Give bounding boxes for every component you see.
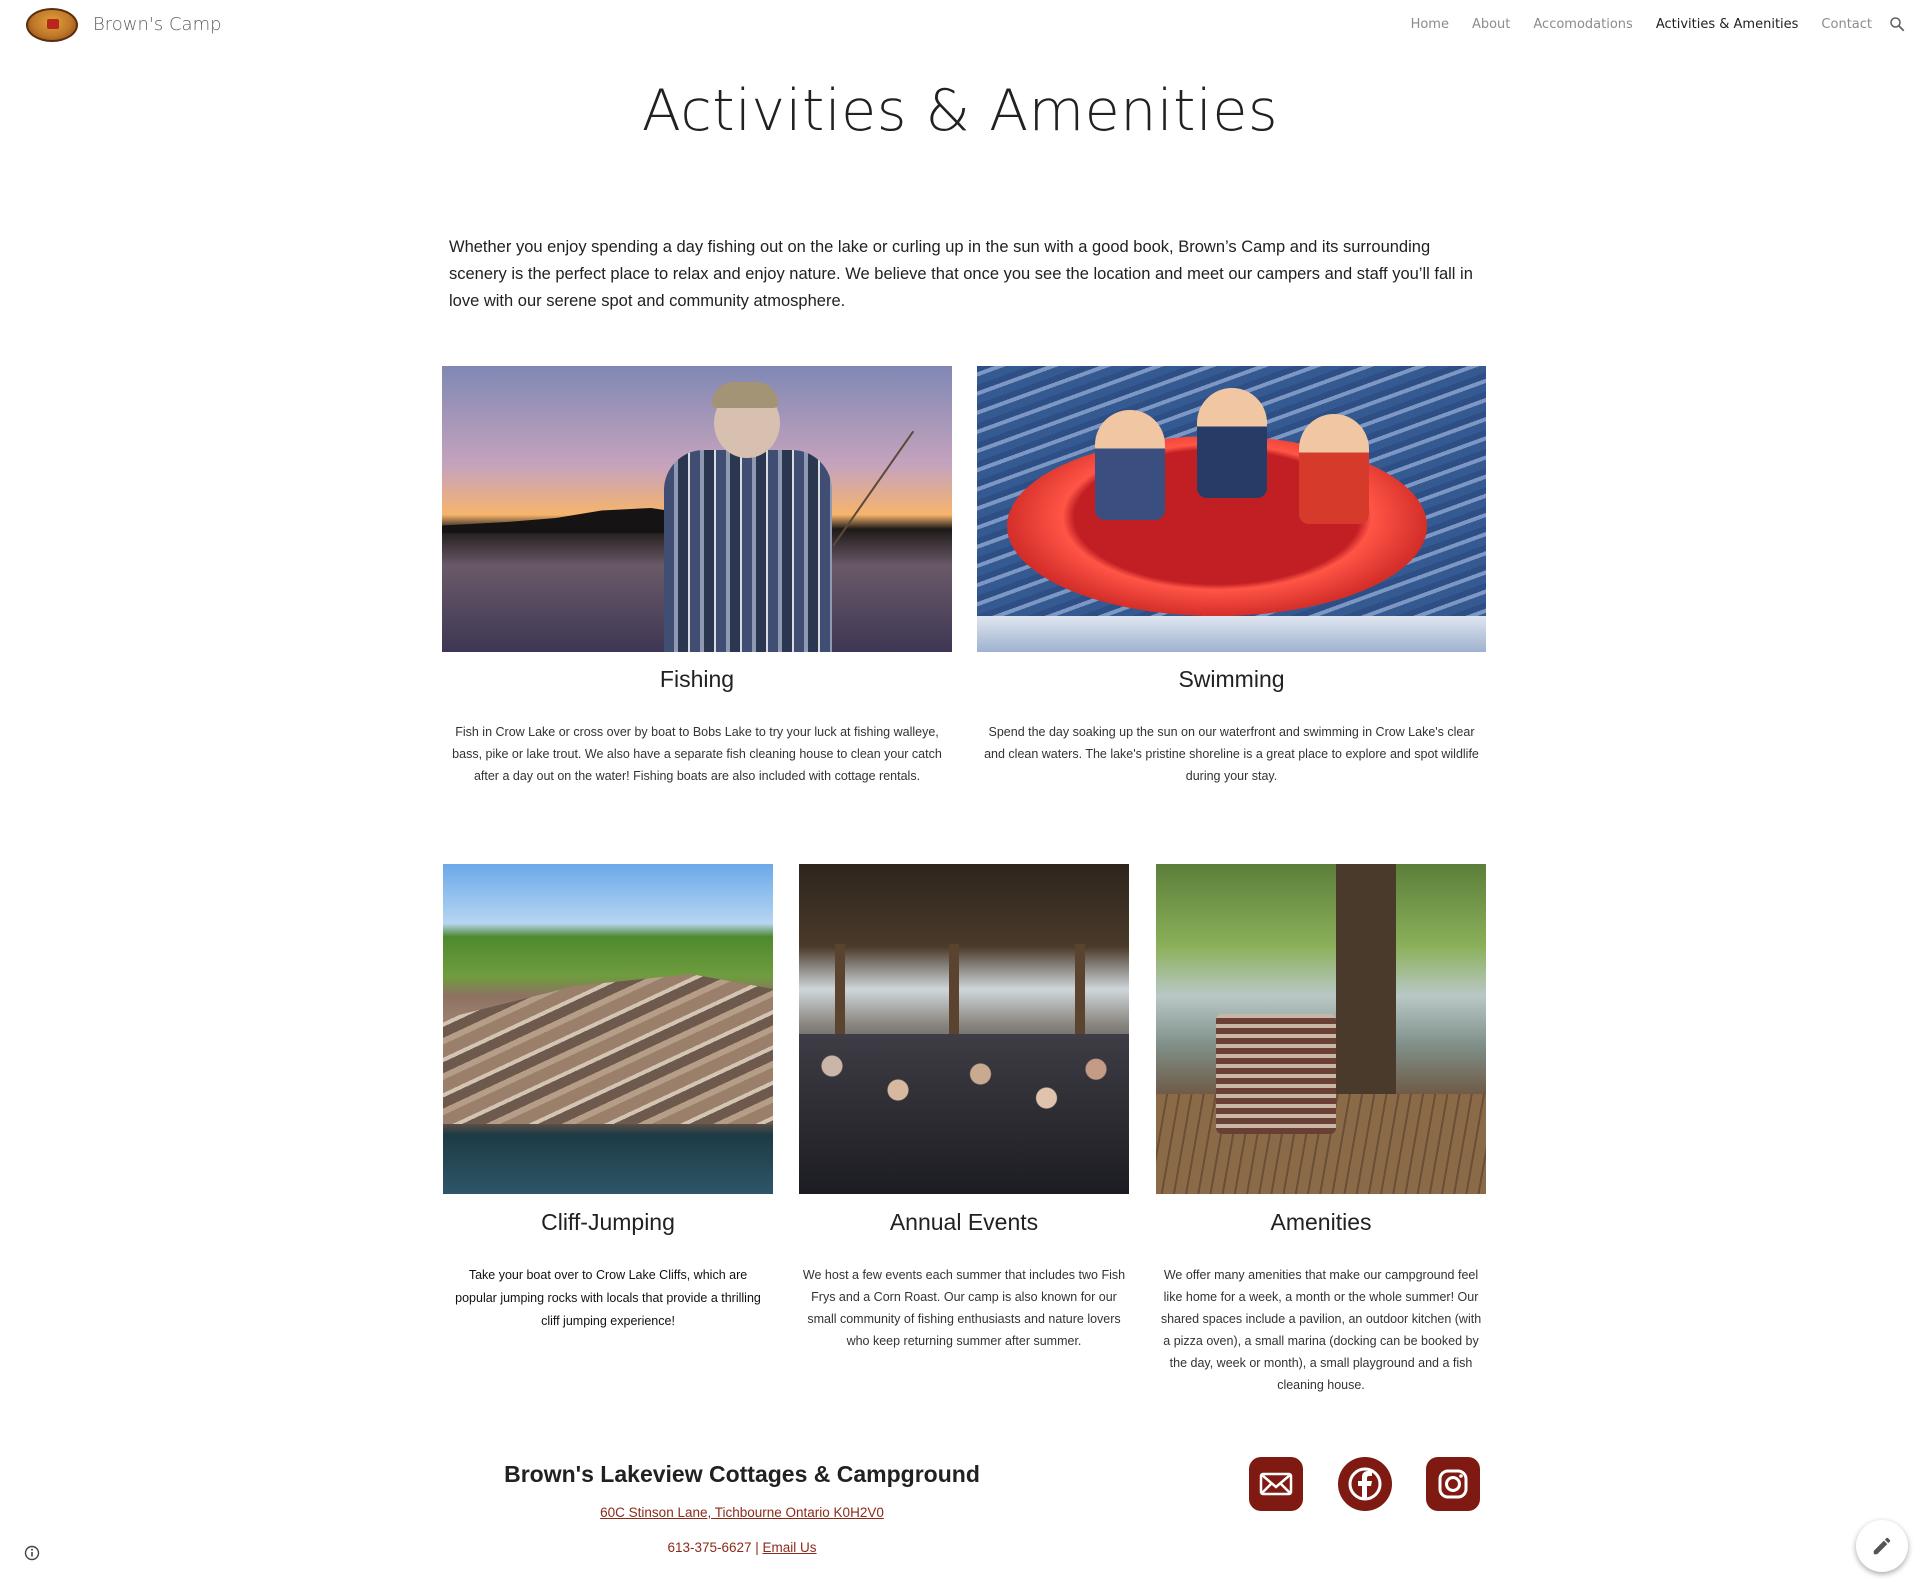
fisherman-cap	[712, 382, 778, 408]
mail-icon	[1259, 1472, 1293, 1496]
instagram-button[interactable]	[1426, 1457, 1480, 1511]
info-icon[interactable]	[24, 1545, 40, 1561]
card-text-amenities: We offer many amenities that make our ca…	[1160, 1268, 1482, 1392]
site-title[interactable]: Brown's Camp	[93, 14, 222, 35]
card-title-fishing: Fishing	[659, 666, 735, 692]
pencil-icon	[1873, 1537, 1891, 1555]
water-spray	[977, 616, 1486, 652]
footer-title: Brown's Lakeview Cottages & Campground	[504, 1461, 980, 1487]
crowd	[799, 1034, 1129, 1194]
amenities-photo	[1156, 864, 1486, 1194]
card-text-swimming: Spend the day soaking up the sun on our …	[984, 725, 1479, 783]
facebook-icon	[1348, 1467, 1382, 1501]
card-title-events: Annual Events	[889, 1209, 1039, 1235]
page-title: Activities & Amenities	[641, 78, 1279, 144]
fisherman-figure	[664, 450, 832, 652]
rock-face	[443, 974, 773, 1124]
card-title-cliff: Cliff-Jumping	[541, 1209, 675, 1235]
intro-paragraph: Whether you enjoy spending a day fishing…	[449, 238, 1473, 310]
nav-about[interactable]: About	[1472, 17, 1510, 32]
edit-button[interactable]	[1856, 1520, 1908, 1572]
kid-figure	[1095, 410, 1165, 520]
kid-figure	[1299, 414, 1369, 524]
cliff-photo	[443, 864, 773, 1194]
facebook-button[interactable]	[1338, 1457, 1392, 1511]
nav-home[interactable]: Home	[1411, 17, 1449, 32]
card-title-swimming: Swimming	[1178, 666, 1285, 692]
events-photo	[799, 864, 1129, 1194]
footer-separator: |	[751, 1540, 763, 1555]
nav-contact[interactable]: Contact	[1821, 17, 1872, 32]
site-header: Brown's Camp Home About Accomodations Ac…	[0, 0, 1920, 52]
search-icon[interactable]	[1888, 15, 1906, 33]
footer-address-link[interactable]: 60C Stinson Lane, Tichbourne Ontario K0H…	[442, 1505, 1042, 1520]
patio-chair	[1216, 1014, 1336, 1134]
kid-figure	[1197, 388, 1267, 498]
fishing-photo	[442, 366, 952, 652]
email-us-link[interactable]: Email Us	[763, 1540, 817, 1555]
swimming-photo	[977, 366, 1486, 652]
card-text-cliff: Take your boat over to Crow Lake Cliffs,…	[455, 1268, 761, 1328]
mail-button[interactable]	[1249, 1457, 1303, 1511]
footer-phone: 613-375-6627	[667, 1540, 752, 1555]
site-logo[interactable]	[26, 8, 78, 42]
card-text-events: We host a few events each summer that in…	[802, 1268, 1126, 1348]
fishing-rod	[832, 430, 915, 547]
footer-contact: 613-375-6627 | Email Us	[442, 1540, 1042, 1555]
tree-trunk	[1336, 864, 1396, 1104]
nav-accomodations[interactable]: Accomodations	[1533, 17, 1632, 32]
nav-activities[interactable]: Activities & Amenities	[1656, 17, 1799, 32]
main-nav: Home About Accomodations Activities & Am…	[1411, 17, 1872, 32]
card-title-amenities: Amenities	[1270, 1209, 1372, 1235]
card-text-fishing: Fish in Crow Lake or cross over by boat …	[452, 725, 942, 783]
instagram-icon	[1438, 1469, 1468, 1499]
